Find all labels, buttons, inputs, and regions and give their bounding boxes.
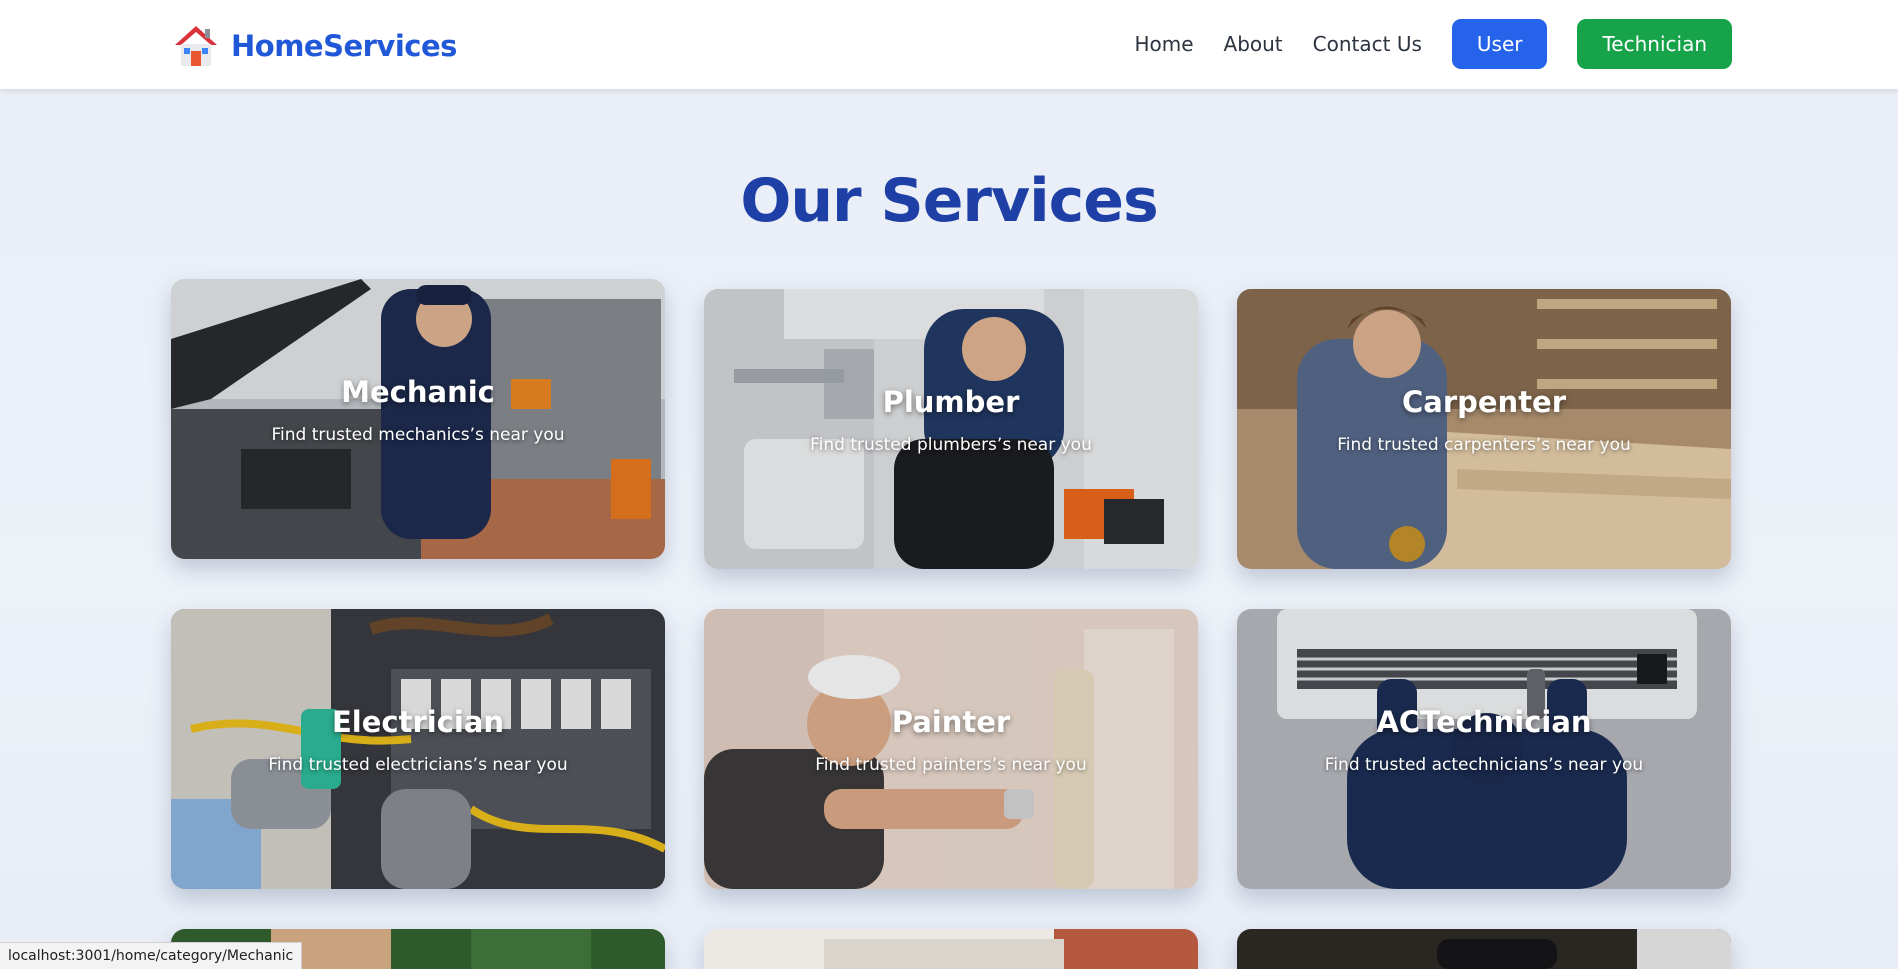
service-card-electrician[interactable]: Electrician Find trusted electriciansʼs … [171,609,665,889]
service-card-carpenter[interactable]: Carpenter Find trusted carpentersʼs near… [1237,289,1731,569]
card-title: Mechanic [341,375,495,409]
service-card-row3-3[interactable] [1237,929,1731,969]
card-title: Plumber [882,385,1020,419]
card-overlay [171,279,665,559]
card-overlay [171,609,665,889]
nav-links: Home About Contact Us User Technician [1134,19,1732,69]
card-overlay [1237,609,1731,889]
card-title: ACTechnician [1376,705,1592,739]
card-subtitle: Find trusted electriciansʼs near you [268,755,568,775]
card-title: Carpenter [1401,385,1567,419]
brand-name: HomeServices [231,29,457,63]
service-card-actechnician[interactable]: ACTechnician Find trusted actechniciansʼ… [1237,609,1731,889]
card-subtitle: Find trusted actechniciansʼs near you [1324,755,1644,775]
nav-contact-link[interactable]: Contact Us [1313,32,1422,56]
navbar: HomeServices Home About Contact Us User … [0,0,1898,89]
card-subtitle: Find trusted paintersʼs near you [815,755,1087,775]
service-card-mechanic[interactable]: Mechanic Find trusted mechanicsʼs near y… [171,279,665,559]
card-overlay [1237,289,1731,569]
card-overlay [704,609,1198,889]
nav-home-link[interactable]: Home [1134,32,1193,56]
page-title: Our Services [740,166,1158,236]
card-subtitle: Find trusted plumbersʼs near you [810,435,1092,455]
card-title: Painter [891,705,1011,739]
brand[interactable]: HomeServices [173,22,457,70]
service-card-plumber[interactable]: Plumber Find trusted plumbersʼs near you [704,289,1198,569]
user-button[interactable]: User [1451,19,1548,69]
card-subtitle: Find trusted carpentersʼs near you [1337,435,1631,455]
service-card-row3-2[interactable] [704,929,1198,969]
nav-about-link[interactable]: About [1224,32,1283,56]
house-icon [175,26,217,66]
card-subtitle: Find trusted mechanicsʼs near you [271,425,565,445]
card-image [1237,929,1731,969]
technician-button[interactable]: Technician [1577,19,1732,69]
card-overlay [704,289,1198,569]
status-bar-url: localhost:3001/home/category/Mechanic [0,942,303,969]
card-title: Electrician [331,705,505,739]
service-card-painter[interactable]: Painter Find trusted paintersʼs near you [704,609,1198,889]
card-image [704,929,1198,969]
